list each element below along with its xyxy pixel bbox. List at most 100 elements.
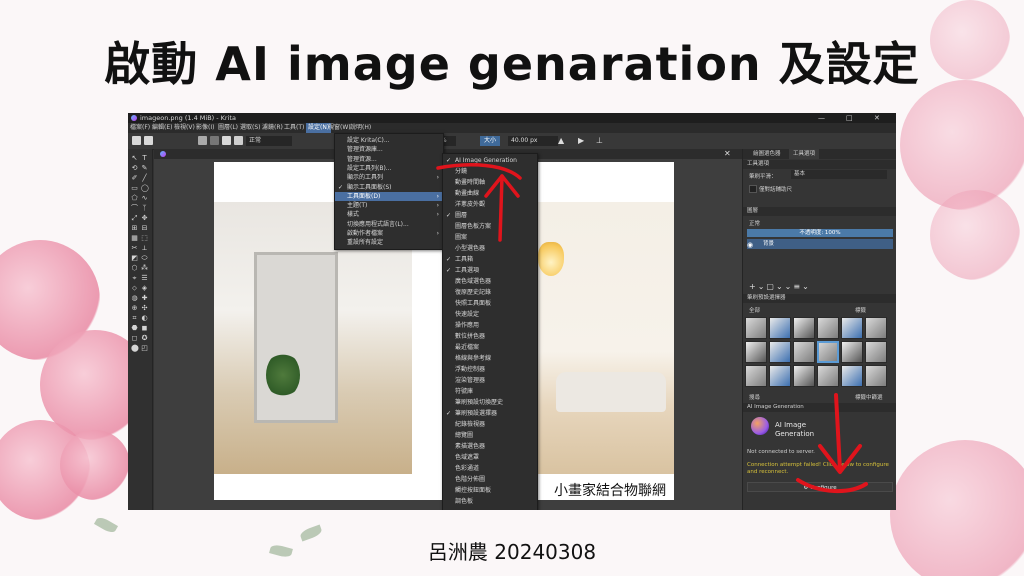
docker-menu-item[interactable]: 動畫時間軸: [443, 178, 537, 187]
menu-item[interactable]: 選取(S): [240, 123, 261, 133]
brush-preset-thumbnail[interactable]: [865, 317, 887, 339]
docker-menu-item[interactable]: 符號庫: [443, 387, 537, 396]
layer-blend-mode[interactable]: 正常: [749, 219, 760, 227]
tool-icon[interactable]: ⊟: [141, 225, 148, 232]
tool-icon[interactable]: ⬚: [141, 235, 148, 242]
brush-preset-thumbnail[interactable]: [817, 317, 839, 339]
tool-icon[interactable]: ⬡: [131, 265, 138, 272]
tool-icon[interactable]: ⬭: [141, 255, 148, 262]
brush-filter-select[interactable]: 全部: [749, 306, 760, 314]
configure-button[interactable]: ⚙ Configure: [747, 482, 893, 492]
menu-item[interactable]: 編輯(E): [152, 123, 172, 133]
tool-icon[interactable]: ☰: [141, 275, 148, 282]
mirror-vertical-icon[interactable]: ▶: [578, 136, 587, 145]
tool-icon[interactable]: ⟂: [141, 245, 148, 252]
maximize-button[interactable]: □: [846, 113, 853, 123]
brush-preset-thumbnail[interactable]: [841, 317, 863, 339]
wrap-around-icon[interactable]: ⊥: [596, 136, 605, 145]
tool-icon[interactable]: ⬣: [131, 325, 138, 332]
tool-icon[interactable]: ⟲: [131, 165, 138, 172]
docker-menu-item[interactable]: 調色板: [443, 497, 537, 506]
tool-icon[interactable]: ✥: [141, 215, 148, 222]
tab-color-selector[interactable]: 繪圖選色器: [753, 149, 781, 159]
eraser-icon[interactable]: [234, 136, 243, 145]
tool-icon[interactable]: ⬤: [131, 345, 139, 352]
brush-tag-filter-checkbox[interactable]: 標籤中篩選: [855, 393, 883, 401]
tool-icon[interactable]: ◯: [141, 185, 149, 192]
tool-icon[interactable]: ᛉ: [141, 205, 148, 212]
docker-menu-item[interactable]: 素描選色器: [443, 442, 537, 451]
brush-preset-thumbnail[interactable]: [841, 341, 863, 363]
docker-menu-item[interactable]: 圖案: [443, 233, 537, 242]
menu-item[interactable]: 工具(T): [284, 123, 304, 133]
tool-icon[interactable]: T: [141, 155, 148, 162]
docker-menu-item[interactable]: 色域遮罩: [443, 453, 537, 462]
tool-icon[interactable]: ◍: [131, 295, 138, 302]
brush-preset-thumbnail[interactable]: [769, 341, 791, 363]
mirror-horizontal-icon[interactable]: ▲: [558, 136, 567, 145]
tool-icon[interactable]: ◰: [141, 345, 148, 352]
settings-menu-item[interactable]: 管理資源...: [335, 155, 443, 164]
assistant-checkbox[interactable]: [749, 185, 757, 193]
tool-icon[interactable]: ⬦: [131, 285, 138, 292]
settings-menu-item[interactable]: 啟動作者檔案 ›: [335, 229, 443, 238]
tool-icon[interactable]: ⬠: [131, 195, 138, 202]
visibility-eye-icon[interactable]: ◉: [747, 241, 753, 249]
settings-menu-item[interactable]: 主題(T) ›: [335, 201, 443, 210]
blend-mode-select[interactable]: 正常: [246, 136, 292, 146]
brush-preset-thumbnail[interactable]: [745, 341, 767, 363]
docker-menu-item[interactable]: 數位拼色器: [443, 332, 537, 341]
brush-search-field[interactable]: 搜尋: [749, 393, 760, 401]
tool-icon[interactable]: ✎: [141, 165, 148, 172]
layer-row[interactable]: 背景: [747, 239, 893, 249]
docker-menu-item[interactable]: 渲染管理器: [443, 376, 537, 385]
brush-preset-thumbnail[interactable]: [865, 365, 887, 387]
gradient-icon[interactable]: [198, 136, 207, 145]
tool-icon[interactable]: ⁂: [141, 265, 148, 272]
docker-menu-item[interactable]: 色彩通道: [443, 464, 537, 473]
new-document-icon[interactable]: [132, 136, 141, 145]
docker-menu-item[interactable]: 分鏡: [443, 167, 537, 176]
menu-item[interactable]: 圖層(L): [218, 123, 238, 133]
brush-preset-thumbnail[interactable]: [769, 317, 791, 339]
docker-menu-item[interactable]: AI Image Generation ✓: [443, 156, 537, 165]
document-tab-icon[interactable]: [160, 151, 166, 157]
tool-icon[interactable]: ╱: [141, 175, 148, 182]
size-field[interactable]: 40.00 px: [508, 136, 558, 146]
tool-icon[interactable]: ∿: [141, 195, 148, 202]
tool-icon[interactable]: ⌗: [131, 315, 138, 322]
docker-menu-item[interactable]: 復原歷史記錄: [443, 288, 537, 297]
docker-menu-item[interactable]: 工具箱 ✓: [443, 255, 537, 264]
tool-icon[interactable]: ◩: [131, 255, 138, 262]
docker-menu-item[interactable]: 動畫曲線: [443, 189, 537, 198]
tool-icon[interactable]: ◻: [131, 335, 138, 342]
docker-menu-item[interactable]: 快照工具面板: [443, 299, 537, 308]
tool-icon[interactable]: ▭: [131, 185, 138, 192]
settings-menu-item[interactable]: 設定 Krita(C)...: [335, 136, 443, 145]
settings-menu-item[interactable]: 顯示工具面板(S) ✓: [335, 183, 443, 192]
tool-icon[interactable]: ⌖: [131, 275, 138, 282]
tool-icon[interactable]: ⊞: [131, 225, 138, 232]
docker-menu-item[interactable]: 圖層 ✓: [443, 211, 537, 220]
brush-preset-thumbnail[interactable]: [769, 365, 791, 387]
smoothing-select[interactable]: 基本: [791, 170, 887, 179]
close-document-icon[interactable]: ✕: [724, 149, 731, 158]
brush-preset-thumbnail[interactable]: [841, 365, 863, 387]
docker-menu-item[interactable]: 快速設定: [443, 310, 537, 319]
tool-icon[interactable]: ✚: [141, 295, 148, 302]
docker-menu-item[interactable]: 格線與參考線: [443, 354, 537, 363]
brush-preset-thumbnail[interactable]: [793, 341, 815, 363]
brush-preset-thumbnail[interactable]: [745, 317, 767, 339]
tool-icon[interactable]: ✐: [131, 175, 138, 182]
layer-opacity-slider[interactable]: 不透明度: 100%: [747, 229, 893, 237]
brush-preset-thumbnail[interactable]: [793, 365, 815, 387]
pattern-icon[interactable]: [210, 136, 219, 145]
tool-icon[interactable]: ▦: [131, 235, 138, 242]
tool-icon[interactable]: ◐: [141, 315, 148, 322]
tool-icon[interactable]: ⤢: [131, 215, 138, 222]
menu-item[interactable]: 檔案(F): [130, 123, 150, 133]
tab-tool-options[interactable]: 工具選項: [789, 149, 820, 159]
tool-icon[interactable]: ↖: [131, 155, 138, 162]
close-button[interactable]: ✕: [874, 113, 880, 123]
brush-preset-thumbnail[interactable]: [793, 317, 815, 339]
